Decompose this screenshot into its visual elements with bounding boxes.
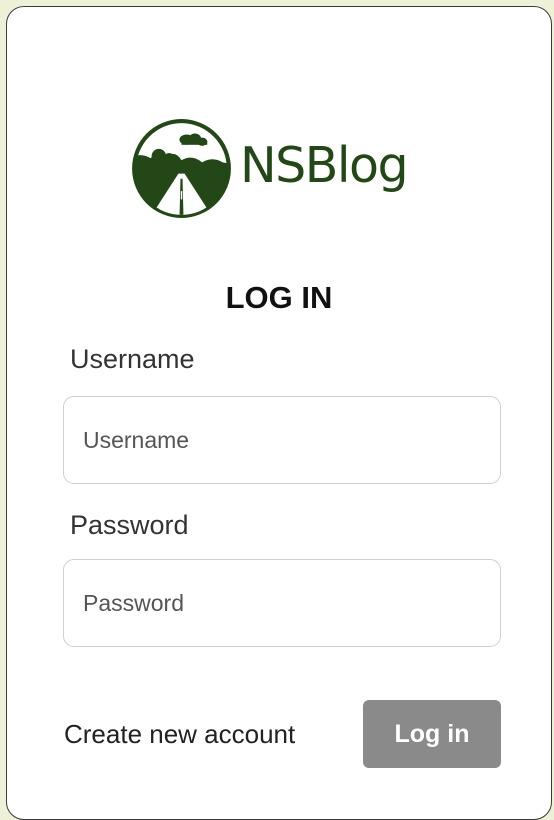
brand-logo: NSBlog (130, 117, 409, 220)
username-label: Username (70, 344, 195, 374)
brand-name: NSBlog (240, 137, 409, 194)
password-label: Password (70, 510, 189, 540)
login-card: NSBlog LOG IN Username Password Create n… (6, 6, 552, 820)
username-input[interactable] (63, 396, 501, 484)
page-title: LOG IN (225, 280, 333, 315)
create-account-link[interactable]: Create new account (64, 719, 295, 750)
login-button[interactable]: Log in (363, 700, 501, 768)
road-landscape-icon (132, 119, 231, 218)
password-input[interactable] (63, 559, 501, 647)
